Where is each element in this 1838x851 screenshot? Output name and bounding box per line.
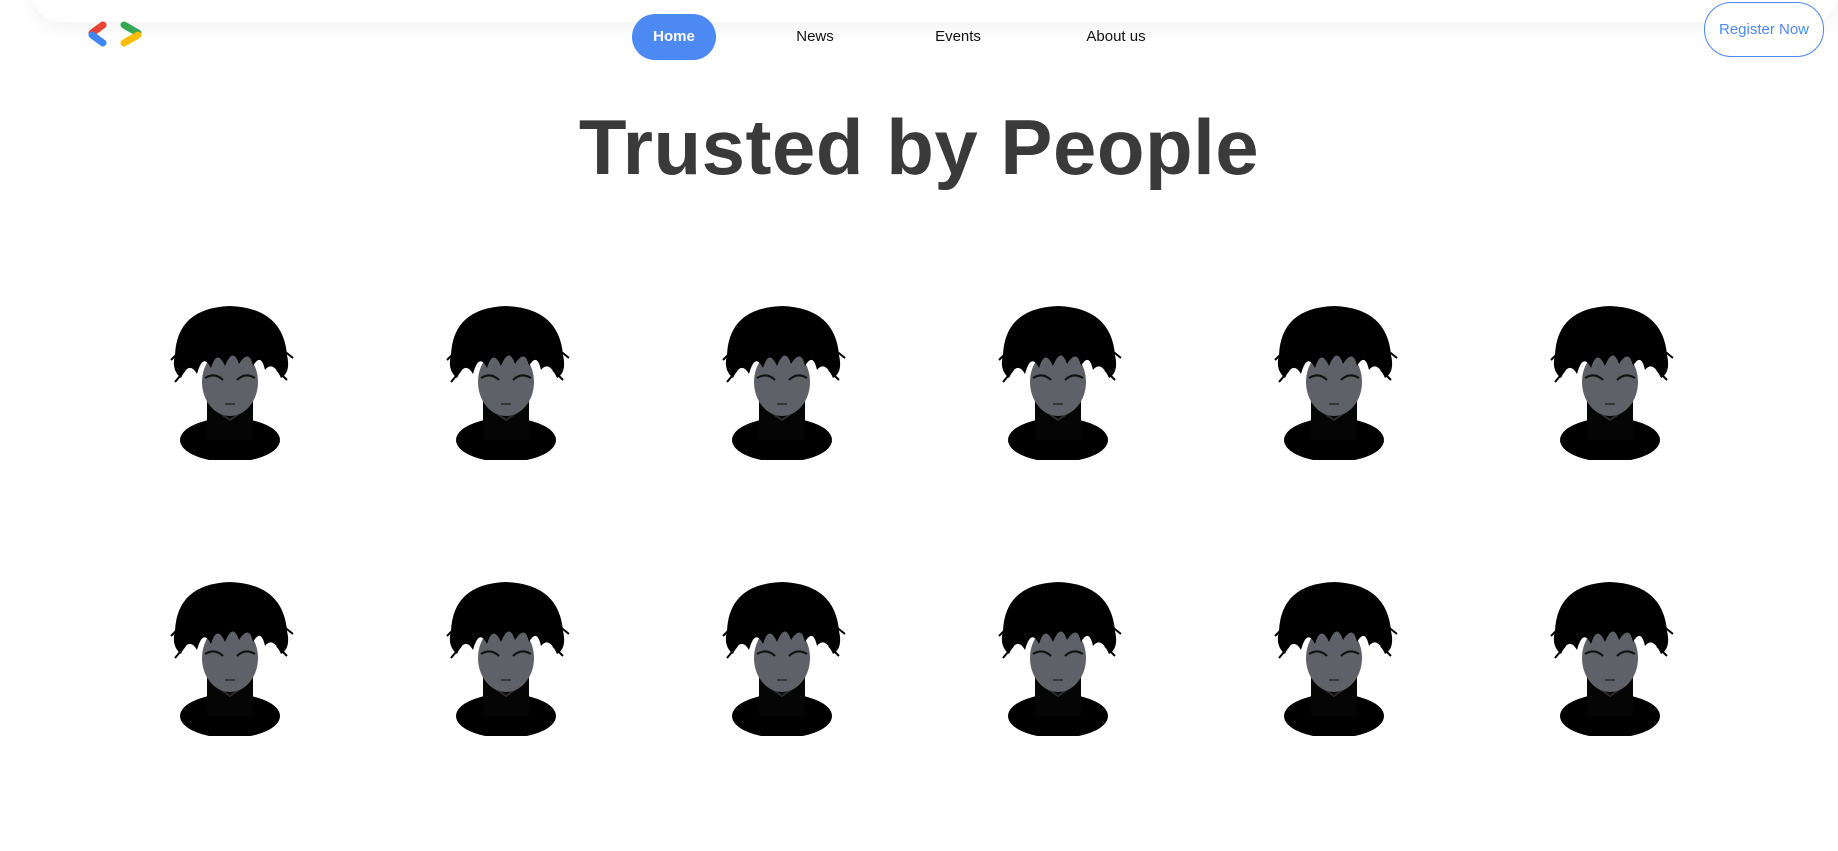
register-now-button[interactable]: Register Now [1704, 2, 1824, 57]
person-avatar-icon [441, 576, 571, 738]
person-avatar-icon [717, 576, 847, 738]
main-nav: Home News Events About us [0, 14, 1838, 60]
person-avatar-icon [993, 576, 1123, 738]
person-avatar-icon [993, 300, 1123, 462]
page-title: Trusted by People [578, 103, 1260, 191]
person-avatar-icon [165, 300, 295, 462]
person-avatar-icon [717, 300, 847, 462]
person-avatar-icon [1269, 576, 1399, 738]
nav-events[interactable]: Events [925, 14, 991, 60]
nav-news[interactable]: News [785, 14, 845, 60]
person-avatar-icon [165, 576, 295, 738]
person-avatar-icon [441, 300, 571, 462]
person-avatar-icon [1269, 300, 1399, 462]
person-avatar-icon [1545, 300, 1675, 462]
nav-about-us[interactable]: About us [1076, 14, 1156, 60]
nav-home[interactable]: Home [632, 14, 716, 60]
person-avatar-icon [1545, 576, 1675, 738]
